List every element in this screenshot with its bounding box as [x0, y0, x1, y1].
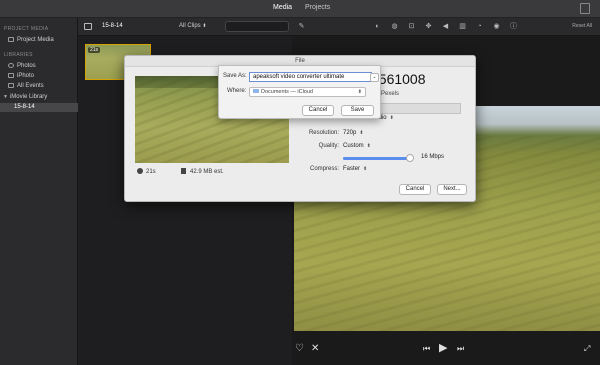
quality-row[interactable]: Quality: Custom ⬍ — [291, 142, 451, 151]
info-icon[interactable]: ⓘ — [510, 23, 517, 30]
duration-value: 21s — [146, 169, 156, 175]
sidebar-toggle-icon[interactable] — [84, 23, 92, 30]
clip-filter-dropdown[interactable]: All Clips ⬍ — [179, 23, 207, 29]
resolution-value: 720p — [343, 130, 357, 136]
events-icon — [8, 82, 14, 88]
sheet-cancel-button[interactable]: Cancel — [302, 105, 334, 116]
sheet-save-button[interactable]: Save — [341, 105, 374, 116]
event-title: 15-8-14 — [102, 23, 123, 29]
folder-icon — [253, 89, 259, 93]
favorite-heart-icon[interactable]: ♡ — [295, 344, 304, 354]
search-field[interactable] — [225, 21, 289, 32]
bitrate-slider-fill — [343, 157, 410, 160]
fullscreen-icon[interactable]: ⤢ — [584, 344, 590, 354]
file-icon — [181, 168, 186, 174]
sidebar-item-label: iPhoto — [17, 73, 35, 79]
save-as-input[interactable]: apeaksoft video converter ultimate — [249, 72, 372, 82]
quality-value: Custom — [343, 143, 364, 149]
compress-row[interactable]: Compress: Faster ⬍ — [291, 165, 451, 174]
sidebar-item-all-events[interactable]: All Events — [0, 82, 78, 91]
browser-header: 15-8-14 All Clips ⬍ — [78, 18, 292, 36]
viewer-controls: ♡ ✕ ⏮ ▶ ⏭ ⤢ — [292, 331, 600, 365]
reset-all-button[interactable]: Reset All — [572, 23, 592, 29]
disclosure-triangle-icon[interactable]: ▼ — [3, 94, 8, 100]
compress-label: Compress: — [309, 166, 339, 172]
sidebar-item-photos[interactable]: Photos — [0, 62, 78, 71]
quality-label: Quality: — [318, 143, 339, 149]
file-size-value: 42.9 MB est. — [190, 169, 224, 175]
reject-icon[interactable]: ✕ — [311, 344, 319, 354]
chevron-updown-icon: ⬍ — [363, 166, 368, 172]
chevron-updown-icon: ⬍ — [357, 89, 362, 95]
volume-icon[interactable]: ◀ — [442, 23, 449, 30]
skip-forward-icon[interactable]: ⏭ — [457, 344, 464, 354]
bitrate-value: 16 Mbps — [421, 154, 445, 160]
export-file-size: 42.9 MB est. — [181, 168, 224, 175]
noise-reduction-icon[interactable]: ▥ — [459, 23, 466, 30]
resolution-row[interactable]: Resolution: 720p ⬍ — [291, 129, 451, 138]
quality-popup[interactable]: Custom ⬍ — [343, 142, 371, 151]
where-popup[interactable]: Documents — iCloud ⬍ — [249, 87, 366, 97]
sidebar-item-label: 15-8-14 — [14, 104, 35, 110]
crop-icon[interactable]: ⊡ — [408, 23, 415, 30]
compress-popup[interactable]: Faster ⬍ — [343, 165, 367, 174]
resolution-label: Resolution: — [308, 130, 339, 136]
save-as-sheet: Save As: apeaksoft video converter ultim… — [218, 65, 381, 119]
cancel-button[interactable]: Cancel — [399, 184, 431, 195]
clock-icon — [137, 168, 143, 174]
clip-filter-label: All Clips — [179, 23, 201, 29]
section-libraries: LIBRARIES — [4, 52, 33, 58]
tab-projects[interactable]: Projects — [305, 4, 330, 11]
resolution-popup[interactable]: 720p ⬍ — [343, 129, 364, 138]
sidebar-item-label: iMovie Library — [9, 94, 48, 100]
bitrate-slider-knob[interactable] — [405, 154, 414, 162]
sidebar-item-label: All Events — [17, 83, 44, 89]
compress-value: Faster — [343, 166, 361, 172]
color-correction-icon[interactable]: ◍ — [391, 23, 398, 30]
viewer-toolbar: ✎ ◐ ◍ ⊡ ✥ ◀ ▥ ◔ ◉ ⓘ Reset All — [292, 18, 600, 36]
sidebar-item-label: Photos — [17, 63, 36, 69]
save-as-label: Save As: — [223, 73, 247, 79]
tab-media[interactable]: Media — [273, 4, 292, 11]
libraries-sidebar: PROJECT MEDIA Project Media LIBRARIES Ph… — [0, 18, 78, 365]
sidebar-item-library[interactable]: ▼ iMovie Library — [0, 93, 78, 102]
chevron-updown-icon: ⬍ — [389, 115, 394, 121]
sidebar-item-label: Project Media — [17, 37, 54, 43]
photos-icon — [8, 62, 14, 68]
iphoto-icon — [8, 72, 14, 78]
sidebar-item-iphoto[interactable]: iPhoto — [0, 72, 78, 81]
export-duration: 21s — [137, 168, 156, 175]
next-button[interactable]: Next... — [437, 184, 467, 195]
sidebar-item-event[interactable]: 15-8-14 — [0, 103, 78, 112]
section-project-media: PROJECT MEDIA — [4, 26, 49, 32]
chevron-updown-icon: ⬍ — [366, 143, 371, 149]
play-icon[interactable]: ▶ — [439, 343, 447, 354]
expand-chevron-icon[interactable]: ⌄ — [370, 73, 379, 82]
where-value: Documents — iCloud — [261, 89, 313, 95]
clip-filter-icon[interactable]: ◉ — [493, 23, 500, 30]
color-balance-icon[interactable]: ◐ — [374, 23, 381, 30]
speed-icon[interactable]: ◔ — [476, 23, 483, 30]
clip-duration-badge: 21s — [88, 47, 101, 53]
skip-back-icon[interactable]: ⏮ — [423, 344, 430, 354]
where-label: Where: — [227, 88, 247, 94]
film-icon — [8, 36, 14, 42]
bitrate-slider[interactable] — [343, 154, 414, 162]
stabilization-icon[interactable]: ✥ — [425, 23, 432, 30]
share-icon[interactable] — [580, 3, 590, 14]
title-bar: Media Projects — [0, 0, 600, 18]
chevron-updown-icon: ⬍ — [202, 23, 207, 29]
sidebar-item-project-media[interactable]: Project Media — [0, 36, 78, 45]
magic-wand-icon[interactable]: ✎ — [298, 23, 305, 30]
chevron-updown-icon: ⬍ — [359, 130, 364, 136]
